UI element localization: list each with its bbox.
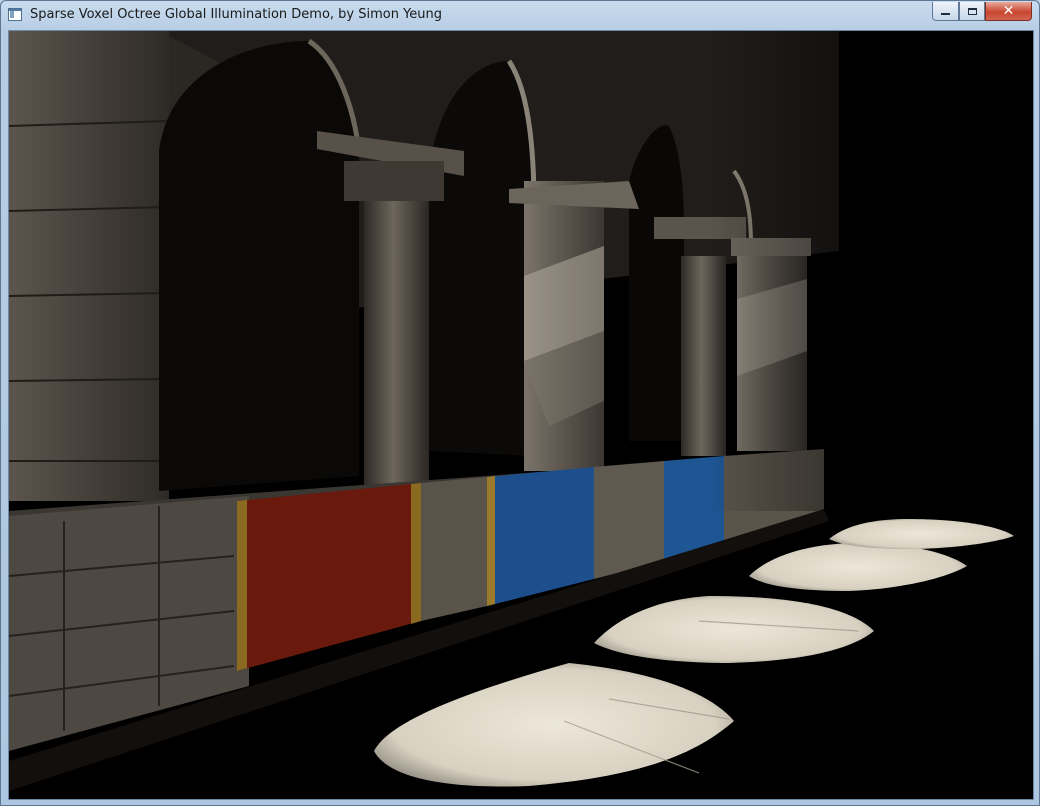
close-button[interactable]: ✕ bbox=[985, 2, 1032, 21]
window-title: Sparse Voxel Octree Global Illumination … bbox=[30, 7, 443, 22]
render-viewport[interactable] bbox=[8, 30, 1034, 800]
maximize-button[interactable] bbox=[959, 2, 985, 21]
window-app-icon[interactable] bbox=[8, 8, 22, 21]
application-window: Sparse Voxel Octree Global Illumination … bbox=[0, 0, 1040, 806]
close-icon: ✕ bbox=[1002, 3, 1015, 19]
minimize-button[interactable] bbox=[932, 2, 959, 21]
maximize-icon bbox=[967, 7, 977, 15]
scene-render bbox=[9, 31, 1033, 799]
title-bar[interactable]: Sparse Voxel Octree Global Illumination … bbox=[1, 1, 1039, 30]
minimize-icon bbox=[941, 13, 950, 15]
